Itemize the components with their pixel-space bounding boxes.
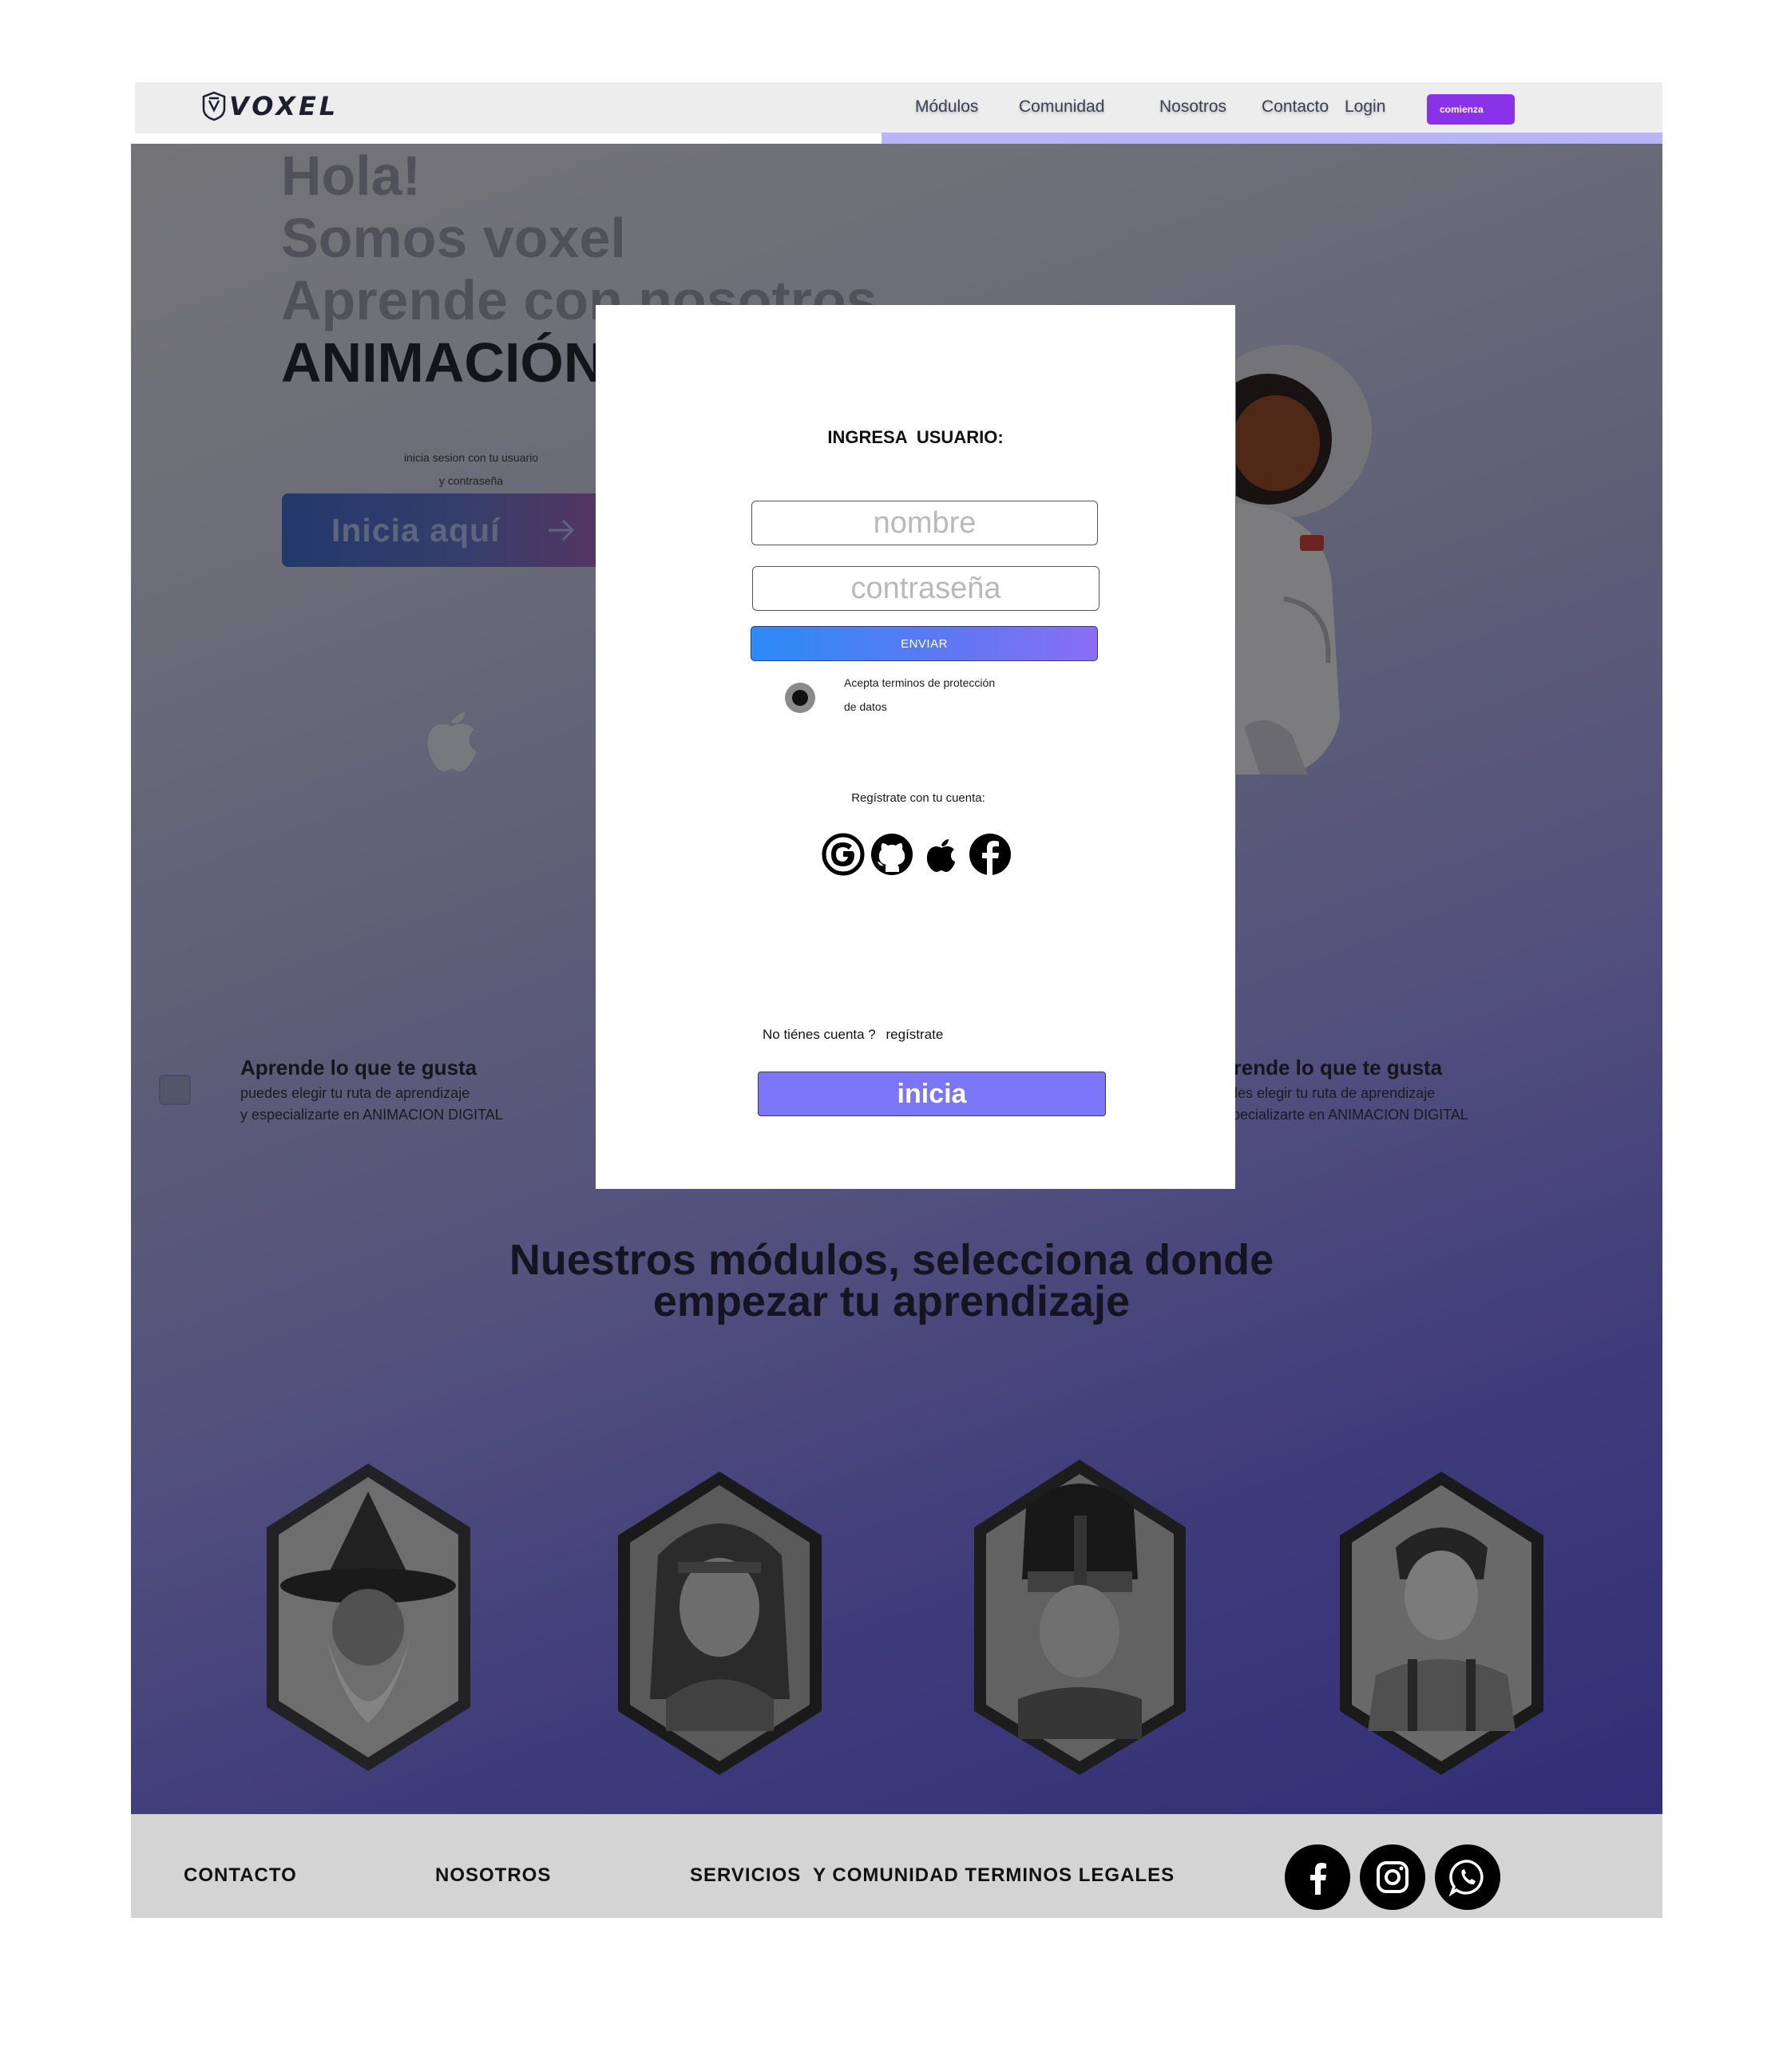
no-account-label: No tiénes cuenta ? (763, 1027, 876, 1042)
footer-link-contacto[interactable]: CONTACTO (184, 1864, 297, 1887)
password-input[interactable] (752, 566, 1100, 611)
login-subtitle: inicia sesion con tu usuario (403, 451, 539, 464)
inicia-button[interactable]: inicia (758, 1072, 1106, 1116)
terms-radio-dot (792, 690, 808, 706)
facebook-icon[interactable] (968, 832, 1012, 877)
nav-link-nosotros[interactable]: Nosotros (1159, 97, 1226, 117)
no-account-text: No tiénes cuenta ? regístrate (763, 1027, 943, 1043)
register-with-label: Regístrate con tu cuenta: (851, 791, 985, 805)
terms-line: Acepta terminos de protección (844, 676, 996, 689)
terms-label: Acepta terminos de protección de datos (844, 671, 995, 719)
github-icon[interactable] (870, 832, 914, 877)
navbar-accent-bar (882, 133, 1662, 144)
nav-link-contacto[interactable]: Contacto (1262, 97, 1329, 117)
google-icon[interactable] (821, 832, 866, 877)
terms-line: de datos (844, 700, 887, 713)
enviar-button[interactable]: ENVIAR (751, 626, 1098, 661)
brand-name: VOXEL (229, 91, 339, 121)
username-input[interactable] (751, 501, 1098, 545)
login-subtitle-2: y contraseña (438, 474, 504, 487)
terms-radio[interactable] (785, 683, 815, 713)
apple-icon[interactable] (918, 832, 963, 877)
register-link[interactable]: regístrate (886, 1027, 944, 1042)
brand-logo[interactable]: VOXEL (202, 88, 339, 125)
footer-link-servicios[interactable]: SERVICIOS Y COMUNIDAD TERMINOS LEGALES (690, 1864, 1175, 1887)
login-title: INGRESA USUARIO: (827, 427, 1004, 447)
voxel-shield-icon (202, 91, 226, 121)
nav-link-login[interactable]: Login (1345, 97, 1385, 117)
footer-link-nosotros[interactable]: NOSOTROS (435, 1864, 551, 1887)
instagram-icon[interactable] (1360, 1844, 1425, 1910)
whatsapp-icon[interactable] (1435, 1844, 1500, 1910)
comienza-button[interactable]: comienza (1427, 94, 1515, 125)
facebook-icon[interactable] (1285, 1844, 1350, 1910)
page: VOXEL Módulos Comunidad Nosotros Contact… (0, 0, 1783, 2072)
nav-link-comunidad[interactable]: Comunidad (1019, 97, 1104, 117)
nav-link-modulos[interactable]: Módulos (915, 97, 978, 117)
